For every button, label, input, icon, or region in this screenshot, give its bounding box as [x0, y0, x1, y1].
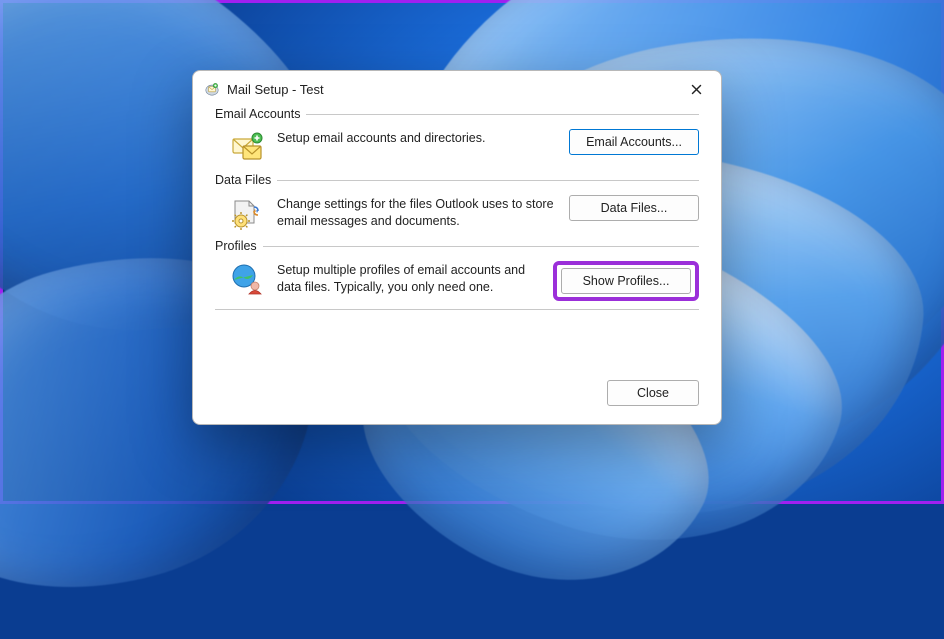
dialog-footer: Close — [193, 380, 721, 424]
profiles-description: Setup multiple profiles of email account… — [277, 261, 541, 296]
legend-data-files: Data Files — [215, 173, 271, 187]
profiles-icon — [229, 261, 265, 297]
dialog-title: Mail Setup - Test — [227, 82, 679, 97]
legend-profiles: Profiles — [215, 239, 257, 253]
mail-setup-icon — [203, 80, 221, 98]
dialog-content: Email Accounts Setup email accounts and … — [193, 105, 721, 366]
close-icon[interactable] — [679, 76, 713, 102]
email-accounts-description: Setup email accounts and directories. — [277, 129, 557, 147]
section-data-files: Data Files C — [215, 173, 699, 231]
close-button[interactable]: Close — [607, 380, 699, 406]
annotation-highlight: Show Profiles... — [553, 261, 699, 301]
section-email-accounts: Email Accounts Setup email accounts and … — [215, 107, 699, 165]
email-accounts-button[interactable]: Email Accounts... — [569, 129, 699, 155]
section-profiles: Profiles Setup multiple profiles of emai… — [215, 239, 699, 301]
data-files-button[interactable]: Data Files... — [569, 195, 699, 221]
data-files-icon — [229, 195, 265, 231]
titlebar: Mail Setup - Test — [193, 71, 721, 105]
show-profiles-button[interactable]: Show Profiles... — [561, 268, 691, 294]
email-accounts-icon — [229, 129, 265, 165]
data-files-description: Change settings for the files Outlook us… — [277, 195, 557, 230]
mail-setup-dialog: Mail Setup - Test Email Accounts — [192, 70, 722, 425]
legend-email-accounts: Email Accounts — [215, 107, 300, 121]
divider — [215, 309, 699, 310]
